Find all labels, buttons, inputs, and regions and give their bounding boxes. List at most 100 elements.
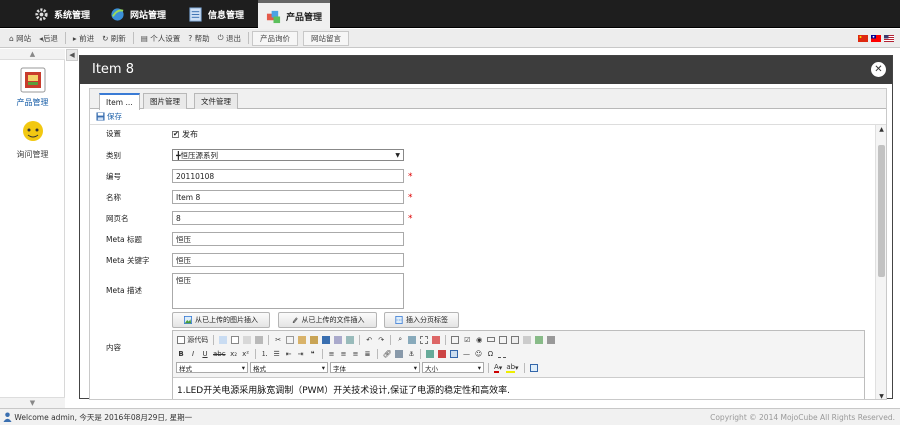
hidden-field-icon[interactable]	[546, 334, 556, 345]
special-char-icon[interactable]: Ω	[485, 348, 495, 359]
source-button[interactable]: 源代码	[176, 334, 209, 345]
unlink-icon[interactable]	[394, 348, 404, 359]
us-flag-icon[interactable]	[884, 35, 894, 42]
tw-flag-icon[interactable]	[871, 35, 881, 42]
select-all-icon[interactable]	[419, 334, 429, 345]
insert-pagebreak-button[interactable]: 插入分页标签	[384, 312, 459, 328]
cut-icon[interactable]: ✂	[273, 334, 283, 345]
meta-desc-textarea[interactable]: 恒压	[172, 273, 404, 309]
preview-icon[interactable]	[218, 334, 228, 345]
menu-tab-products[interactable]: 产品管理	[258, 0, 330, 29]
sidebar-item-products[interactable]: 产品管理	[0, 67, 65, 108]
help-button[interactable]: ? 帮助	[184, 31, 213, 46]
button-field-icon[interactable]	[522, 334, 532, 345]
maximize-icon[interactable]	[529, 362, 539, 373]
form-scrollbar[interactable]: ▲ ▼	[875, 125, 886, 399]
close-icon[interactable]: ✕	[871, 62, 886, 77]
superscript-icon[interactable]: x²	[241, 348, 251, 359]
bg-color-icon[interactable]: ab ▾	[505, 362, 519, 373]
tab-images[interactable]: 图片管理	[143, 93, 187, 109]
anchor-icon[interactable]: ⚓︎	[406, 348, 416, 359]
menu-tab-system[interactable]: 系统管理	[34, 0, 90, 28]
sidebar-scroll-up[interactable]: ▲	[0, 49, 65, 60]
text-color-icon[interactable]: A ▾	[493, 362, 503, 373]
radio-icon[interactable]: ◉	[474, 334, 484, 345]
meta-keywords-field[interactable]: 恒压	[172, 253, 404, 267]
bullet-list-icon[interactable]: ☰	[272, 348, 282, 359]
redo-icon[interactable]: ↷	[376, 334, 386, 345]
textarea-icon[interactable]	[498, 334, 508, 345]
justify-icon[interactable]: ≣	[363, 348, 373, 359]
paste-icon[interactable]	[297, 334, 307, 345]
bold-icon[interactable]: B	[176, 348, 186, 359]
publish-checkbox[interactable]: ✔ 发布	[172, 129, 198, 140]
smiley-icon[interactable]: ☺	[473, 348, 483, 359]
insert-image-button[interactable]: 从已上传的图片插入	[172, 312, 270, 328]
form-icon[interactable]	[450, 334, 460, 345]
copy-icon[interactable]	[285, 334, 295, 345]
tab-item[interactable]: Item ...	[99, 93, 140, 110]
paste-word-icon[interactable]	[321, 334, 331, 345]
outdent-icon[interactable]: ⇤	[284, 348, 294, 359]
scayt-icon[interactable]	[345, 334, 355, 345]
strike-icon[interactable]: abc	[212, 348, 227, 359]
scroll-thumb[interactable]	[878, 145, 885, 277]
save-button[interactable]: 保存	[96, 111, 122, 122]
size-select[interactable]: 大小 ▾	[422, 362, 484, 373]
collapse-sidebar-button[interactable]: ◀	[66, 49, 78, 61]
blockquote-icon[interactable]: ❝	[308, 348, 318, 359]
align-right-icon[interactable]: ≡	[351, 348, 361, 359]
remove-format-icon[interactable]	[431, 334, 441, 345]
insert-file-button[interactable]: 从已上传的文件插入	[278, 312, 377, 328]
cn-flag-icon[interactable]	[858, 35, 868, 42]
tab-files[interactable]: 文件管理	[194, 93, 238, 109]
align-center-icon[interactable]: ≡	[339, 348, 349, 359]
replace-icon[interactable]	[407, 334, 417, 345]
format-select[interactable]: 格式 ▾	[250, 362, 328, 373]
site-message-button[interactable]: 网站留言	[302, 30, 349, 46]
numbered-list-icon[interactable]: ⒈	[260, 348, 270, 359]
editor-content[interactable]: 1.LED开关电源采用脉宽调制（PWM）开关技术设计,保证了电源的稳定性和高效率…	[173, 377, 864, 399]
textfield-icon[interactable]	[486, 334, 496, 345]
templates-icon[interactable]	[242, 334, 252, 345]
back-button[interactable]: ◂ 后退	[35, 31, 62, 46]
subscript-icon[interactable]: x₂	[229, 348, 239, 359]
meta-title-field[interactable]: 恒压	[172, 232, 404, 246]
logout-button[interactable]: ⏻ 退出	[214, 31, 245, 46]
underline-icon[interactable]: U	[200, 348, 210, 359]
menu-tab-info[interactable]: 信息管理	[188, 0, 244, 28]
scroll-up-icon[interactable]: ▲	[876, 126, 886, 133]
flash-icon[interactable]	[437, 348, 447, 359]
code-field[interactable]: 20110108	[172, 169, 404, 183]
menu-tab-website[interactable]: 网站管理	[110, 0, 166, 28]
print-icon[interactable]	[254, 334, 264, 345]
font-select[interactable]: 字体 ▾	[330, 362, 420, 373]
home-link[interactable]: ⌂ 网站	[5, 31, 35, 46]
sidebar-scroll-down[interactable]: ▼	[0, 397, 65, 408]
product-query-button[interactable]: 产品询价	[251, 30, 298, 46]
paste-text-icon[interactable]	[309, 334, 319, 345]
checkbox-icon[interactable]: ☑	[462, 334, 472, 345]
undo-icon[interactable]: ↶	[364, 334, 374, 345]
name-field[interactable]: Item 8	[172, 190, 404, 204]
select-field-icon[interactable]	[510, 334, 520, 345]
category-select[interactable]: ╋恒压源系列 ▼	[172, 149, 404, 161]
spellcheck-icon[interactable]	[333, 334, 343, 345]
new-page-icon[interactable]	[230, 334, 240, 345]
style-select[interactable]: 样式 ▾	[176, 362, 248, 373]
sidebar-item-inquiries[interactable]: 询问管理	[0, 119, 65, 160]
table-icon[interactable]	[449, 348, 459, 359]
italic-icon[interactable]: I	[188, 348, 198, 359]
link-icon[interactable]: 🔗︎	[382, 348, 393, 359]
pagename-field[interactable]: 8	[172, 211, 404, 225]
image-insert-icon[interactable]	[425, 348, 435, 359]
refresh-button[interactable]: ↻ 刷新	[98, 31, 130, 46]
profile-button[interactable]: ▤ 个人设置	[137, 31, 184, 46]
indent-icon[interactable]: ⇥	[296, 348, 306, 359]
page-break-icon[interactable]	[497, 348, 507, 359]
image-button-icon[interactable]	[534, 334, 544, 345]
forward-button[interactable]: ▸ 前进	[69, 31, 98, 46]
hr-icon[interactable]: —	[461, 348, 471, 359]
scroll-down-icon[interactable]: ▼	[876, 393, 886, 399]
align-left-icon[interactable]: ≡	[327, 348, 337, 359]
